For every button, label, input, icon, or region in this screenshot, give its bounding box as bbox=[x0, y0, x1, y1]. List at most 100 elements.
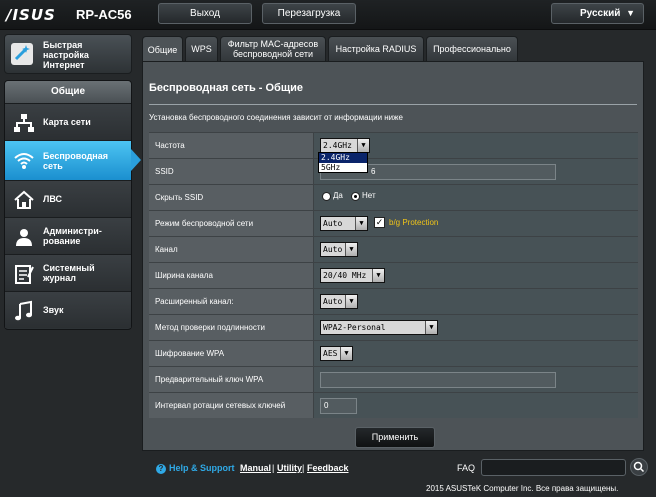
hide-ssid-no-label: Нет bbox=[362, 191, 376, 200]
hide-ssid-yes-label: Да bbox=[333, 191, 343, 200]
hide-ssid-label: Скрыть SSID bbox=[149, 185, 313, 210]
tab-professional[interactable]: Профессионально bbox=[426, 36, 518, 61]
sidebar-item-label: Звук bbox=[43, 305, 64, 315]
form-row-ext-channel: Расширенный канал: Auto ▼ bbox=[149, 288, 638, 314]
channel-label: Канал bbox=[149, 237, 313, 262]
main-panel: Беспроводная сеть - Общие Установка бесп… bbox=[142, 61, 644, 451]
form-row-auth: Метод проверки подлинности WPA2-Personal… bbox=[149, 314, 638, 340]
auth-select[interactable]: WPA2-Personal ▼ bbox=[320, 320, 438, 335]
channel-select[interactable]: Auto ▼ bbox=[320, 242, 358, 257]
rotation-input[interactable]: 0 bbox=[320, 398, 357, 414]
form-row-hide-ssid: Скрыть SSID Да Нет bbox=[149, 184, 638, 210]
bg-protection-label: b/g Protection bbox=[389, 218, 439, 227]
language-label: Русский bbox=[580, 8, 621, 19]
admin-user-icon bbox=[16, 229, 32, 246]
form-row-frequency: Частота 2.4GHz ▼ bbox=[149, 132, 638, 158]
frequency-option[interactable]: 5GHz bbox=[319, 163, 367, 173]
copyright: 2015 ASUSTeK Computer Inc. Все права защ… bbox=[426, 484, 619, 493]
feedback-link[interactable]: Feedback bbox=[307, 463, 349, 473]
help-support-link[interactable]: ? Help & Support bbox=[156, 463, 235, 474]
frequency-option[interactable]: 2.4GHz bbox=[319, 153, 367, 163]
sidebar-item-label: Системный журнал bbox=[43, 263, 95, 283]
network-map-icon bbox=[14, 114, 34, 132]
sidebar-item-lan[interactable]: ЛВС bbox=[5, 180, 131, 217]
chevron-down-icon: ▼ bbox=[345, 243, 357, 256]
frequency-label: Частота bbox=[149, 133, 313, 158]
sidebar-item-label: Администри-рование bbox=[43, 226, 102, 246]
form-row-rotation: Интервал ротации сетевых ключей 0 bbox=[149, 392, 638, 418]
chevron-down-icon: ▼ bbox=[626, 8, 635, 18]
sidebar-item-network-map[interactable]: Карта сети bbox=[5, 103, 131, 140]
sidebar-item-administration[interactable]: Администри-рование bbox=[5, 217, 131, 254]
encryption-value: AES bbox=[323, 349, 338, 358]
chevron-down-icon: ▼ bbox=[425, 321, 437, 334]
quick-setup-label: Быстрая настройка Интернет bbox=[43, 40, 89, 70]
apply-button[interactable]: Применить bbox=[355, 427, 435, 448]
sidebar-item-wireless[interactable]: Беспроводная сеть bbox=[5, 140, 141, 180]
channel-value: Auto bbox=[323, 245, 343, 254]
asus-logo: /ISUS bbox=[6, 6, 56, 24]
chevron-down-icon: ▼ bbox=[355, 217, 367, 230]
system-log-icon bbox=[15, 265, 34, 284]
page-description: Установка беспроводного соединения завис… bbox=[149, 113, 403, 122]
music-note-icon bbox=[15, 300, 32, 321]
bg-protection-checkbox[interactable]: ✓ bbox=[374, 217, 385, 228]
psk-input[interactable] bbox=[320, 372, 556, 388]
tab-radius[interactable]: Настройка RADIUS bbox=[328, 36, 424, 61]
rotation-label: Интервал ротации сетевых ключей bbox=[149, 393, 313, 418]
faq-search-input[interactable] bbox=[481, 459, 626, 476]
ext-channel-select[interactable]: Auto ▼ bbox=[320, 294, 358, 309]
tab-mac-filter[interactable]: Фильтр MAC-адресов беспроводной сети bbox=[220, 36, 326, 61]
wand-icon bbox=[11, 43, 33, 65]
sidebar-item-label: Беспроводная сеть bbox=[43, 150, 108, 171]
ssid-label: SSID bbox=[149, 159, 313, 184]
ext-channel-label: Расширенный канал: bbox=[149, 289, 313, 314]
logout-button[interactable]: Выход bbox=[158, 3, 252, 24]
form-row-bandwidth: Ширина канала 20/40 MHz ▼ bbox=[149, 262, 638, 288]
sidebar-item-label: Карта сети bbox=[43, 117, 91, 127]
manual-link[interactable]: Manual bbox=[240, 463, 271, 473]
hide-ssid-yes-radio[interactable] bbox=[322, 192, 331, 201]
utility-link[interactable]: Utility bbox=[277, 463, 302, 473]
chevron-down-icon: ▼ bbox=[345, 295, 357, 308]
chevron-down-icon: ▼ bbox=[372, 269, 384, 282]
chevron-down-icon: ▼ bbox=[357, 139, 369, 152]
mode-label: Режим беспроводной сети bbox=[149, 211, 313, 236]
chevron-down-icon: ▼ bbox=[340, 347, 352, 360]
bandwidth-value: 20/40 MHz bbox=[323, 271, 367, 280]
form-row-psk: Предварительный ключ WPA bbox=[149, 366, 638, 392]
ext-channel-value: Auto bbox=[323, 297, 343, 306]
frequency-select[interactable]: 2.4GHz ▼ bbox=[320, 138, 370, 153]
mode-select[interactable]: Auto ▼ bbox=[320, 216, 368, 231]
mode-value: Auto bbox=[323, 219, 343, 228]
sidebar-item-label: ЛВС bbox=[43, 194, 62, 204]
bandwidth-select[interactable]: 20/40 MHz ▼ bbox=[320, 268, 385, 283]
wireless-icon bbox=[14, 153, 34, 169]
language-select[interactable]: Русский ▼ bbox=[551, 3, 644, 24]
sidebar-section-title: Общие bbox=[5, 81, 131, 103]
divider bbox=[149, 104, 637, 105]
faq-label: FAQ bbox=[457, 463, 476, 473]
settings-form: Частота 2.4GHz ▼ SSID 6 Скрыть SSID Да Н… bbox=[149, 132, 638, 418]
frequency-dropdown-list: 2.4GHz 5GHz bbox=[318, 152, 368, 173]
faq-search-button[interactable] bbox=[630, 458, 648, 476]
form-row-mode: Режим беспроводной сети Auto ▼ ✓ b/g Pro… bbox=[149, 210, 638, 236]
page-title: Беспроводная сеть - Общие bbox=[149, 82, 304, 94]
psk-label: Предварительный ключ WPA bbox=[149, 367, 313, 392]
model-name: RP-AC56 bbox=[76, 7, 132, 22]
help-icon: ? bbox=[156, 464, 166, 474]
sidebar-item-sound[interactable]: Звук bbox=[5, 291, 131, 328]
tab-general[interactable]: Общие bbox=[142, 36, 183, 62]
quick-setup-button[interactable]: Быстрая настройка Интернет bbox=[4, 34, 132, 74]
encryption-select[interactable]: AES ▼ bbox=[320, 346, 353, 361]
tab-wps[interactable]: WPS bbox=[185, 36, 218, 61]
reboot-button[interactable]: Перезагрузка bbox=[262, 3, 356, 24]
hide-ssid-no-radio[interactable] bbox=[351, 192, 360, 201]
auth-label: Метод проверки подлинности bbox=[149, 315, 313, 340]
form-row-channel: Канал Auto ▼ bbox=[149, 236, 638, 262]
footer-separator: | bbox=[272, 463, 275, 473]
top-bar: /ISUS RP-AC56 Выход Перезагрузка Русский… bbox=[0, 0, 656, 30]
form-row-ssid: SSID 6 bbox=[149, 158, 638, 184]
bandwidth-label: Ширина канала bbox=[149, 263, 313, 288]
sidebar-item-system-log[interactable]: Системный журнал bbox=[5, 254, 131, 291]
